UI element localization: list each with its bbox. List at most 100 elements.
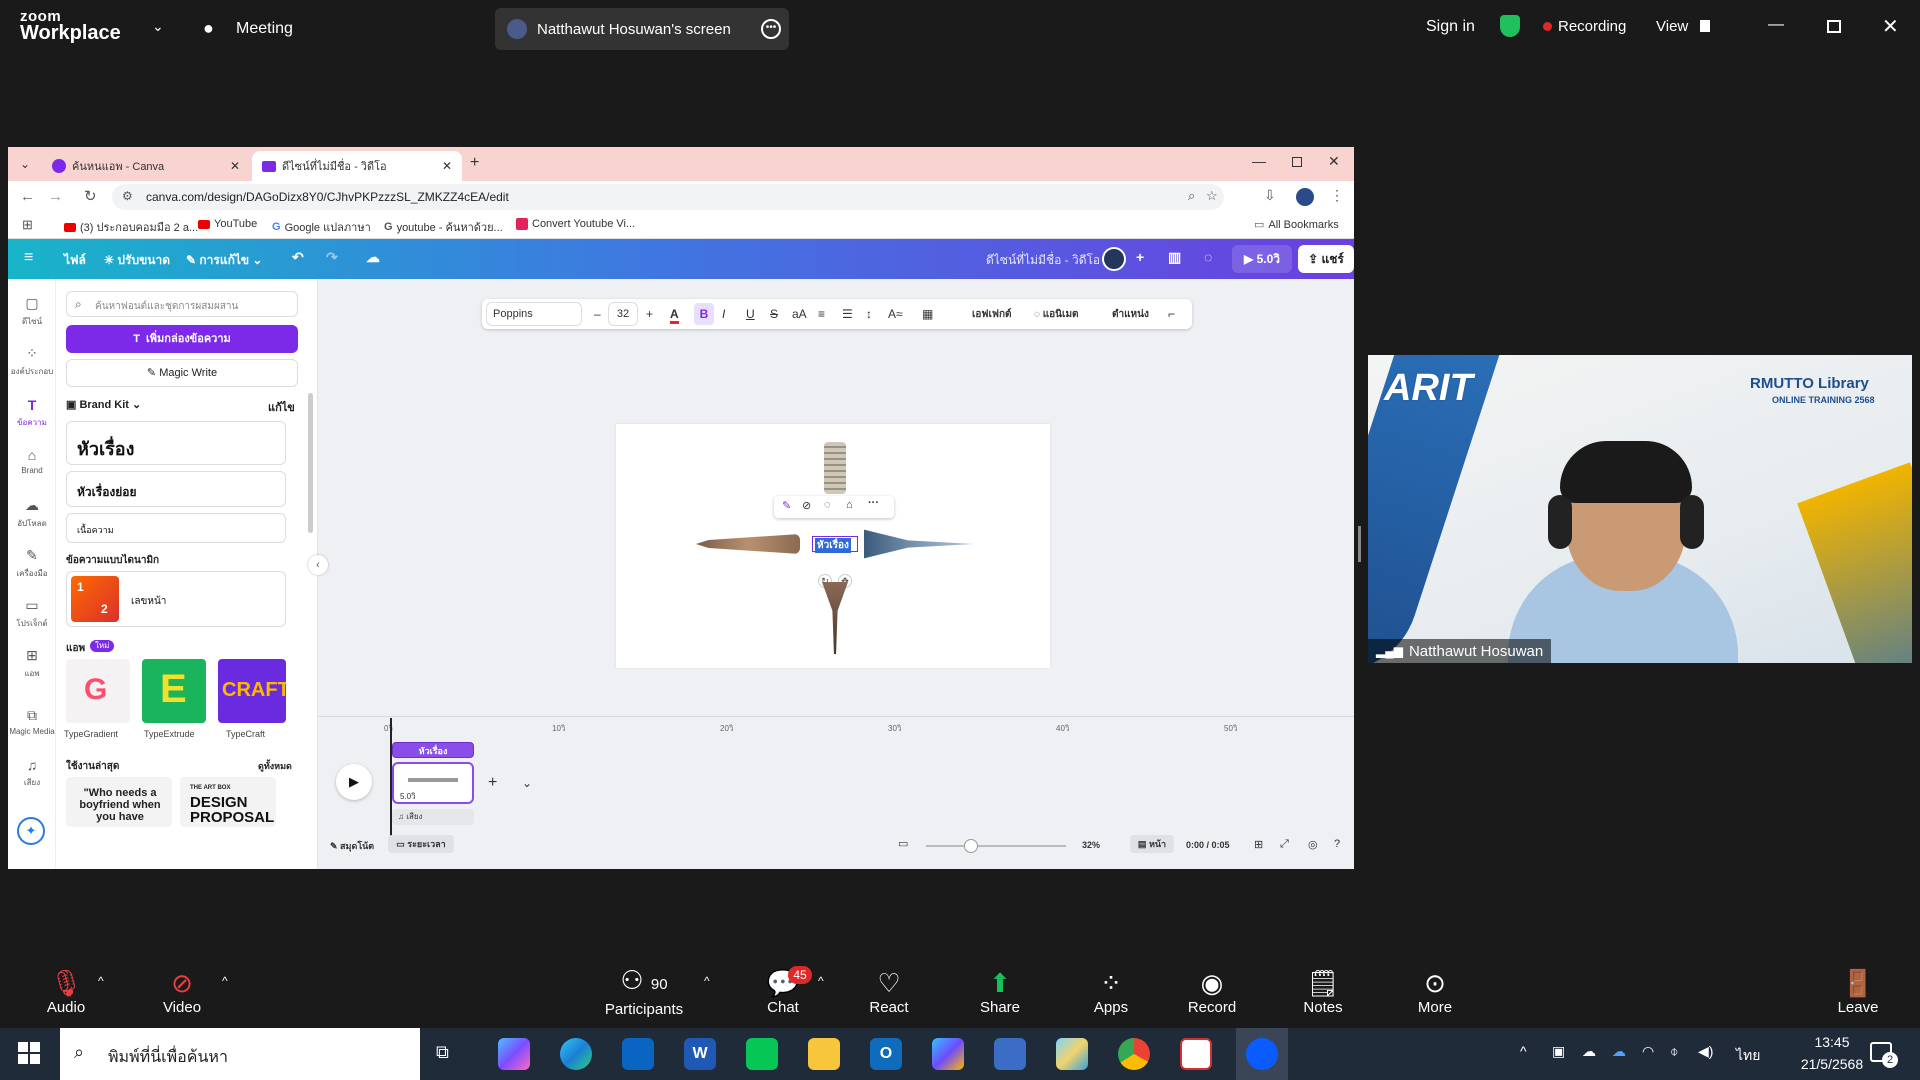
collapse-panel-icon[interactable]: ‹ [308,555,328,575]
typegradient-app[interactable]: G [66,659,130,723]
brand-kit-dropdown[interactable]: ▣ Brand Kit ⌄ [66,398,141,411]
wifi-icon[interactable]: ◠ [1642,1043,1654,1060]
edge-icon[interactable] [560,1038,592,1070]
close-tab-icon[interactable]: ✕ [230,159,240,173]
brand-edit-link[interactable]: แก้ไข [268,398,295,416]
acrobat-icon[interactable] [1180,1038,1212,1070]
mic-tray-icon[interactable]: ⌽ [1670,1043,1678,1060]
add-page-icon[interactable]: + [488,774,497,792]
tray-onedrive-icon[interactable]: ☁ [1612,1043,1626,1060]
zoom-percent[interactable]: 32% [1082,840,1100,850]
play-button[interactable]: ▶ [336,764,372,800]
user-avatar[interactable] [1102,247,1126,271]
typecraft-app[interactable]: CRAFT [218,659,286,723]
subheading-style[interactable]: หัวเรื่องย่อย [66,471,286,507]
window-minimize-icon[interactable]: — [1252,153,1266,169]
panel-scrollbar[interactable] [308,393,313,533]
rail-apps[interactable]: ⊞ แอพ [8,647,56,680]
clock-time[interactable]: 13:45 [1792,1034,1872,1050]
font-size-increase[interactable]: + [646,307,653,321]
underline-icon[interactable]: U [746,307,755,321]
text-color-icon[interactable]: A [670,307,679,324]
tray-cloud-icon[interactable]: ☁ [1582,1043,1596,1060]
add-textbox-button[interactable]: T เพิ่มกล่องข้อความ [66,325,298,353]
design-page[interactable]: ✎ ⊘ ◌ ⌂ ··· หัวเรื่อง ↻ ✥ [616,424,1050,668]
skytree-image[interactable] [864,529,974,559]
font-size-input[interactable]: 32 [608,302,638,326]
split-handle[interactable] [1358,526,1361,562]
rail-audio[interactable]: ♫ เสียง [8,757,56,789]
rail-projects[interactable]: ▭ โปรเจ็กต์ [8,597,56,630]
undo-icon[interactable]: ↶ [292,249,304,266]
analytics-icon[interactable]: ▥ [1168,249,1181,266]
input-language[interactable]: ไทย [1736,1045,1760,1067]
taskbar-search-input[interactable]: ⌕ พิมพ์ที่นี่เพื่อค้นหา [60,1028,420,1080]
hamburger-icon[interactable]: ≡ [24,249,33,267]
view-layout-icon[interactable] [1700,20,1710,32]
network-app-icon[interactable] [994,1038,1026,1070]
window-maximize-icon[interactable] [1292,157,1302,167]
body-style[interactable]: เนื้อความ [66,513,286,543]
check-icon[interactable]: ◎ [1308,838,1318,851]
participant-video-tile[interactable]: ARIT RMUTTO Library ONLINE TRAINING 2568… [1368,355,1912,663]
apps-button[interactable]: ⁘ Apps [1084,954,1138,1028]
heading-style[interactable]: หัวเรื่อง [66,421,286,465]
eiffel-image[interactable] [822,582,848,654]
menu-resize[interactable]: ✳ ปรับขนาด [104,251,170,270]
participants-options-chevron[interactable]: ^ [704,974,710,988]
participants-button[interactable]: ⚇ 90 Participants [600,954,688,1028]
screen-share-banner[interactable]: Natthawut Hosuwan's screen ••• [495,8,789,50]
zoom-taskbar-active[interactable] [1236,1028,1288,1080]
close-icon[interactable]: ✕ [1882,14,1899,39]
selected-text-box[interactable]: หัวเรื่อง [812,536,858,553]
zoom-slider-thumb[interactable] [964,839,978,853]
word-icon[interactable]: W [684,1038,716,1070]
more-icon[interactable]: ··· [868,497,879,509]
magic-edit-icon[interactable]: ✎ [782,499,791,512]
forward-icon[interactable]: → [48,188,63,205]
magic-write-button[interactable]: ✎ Magic Write [66,359,298,387]
chrome-icon[interactable] [1118,1038,1150,1070]
zoom-lens-icon[interactable]: ⌕ [1188,188,1195,204]
share-button[interactable]: ⇪ แชร์ [1298,245,1354,273]
link-icon[interactable]: ⊘ [802,499,811,512]
rail-brand[interactable]: ⌂ Brand [8,447,56,475]
animate-button[interactable]: ◌ แอนิเมต [1034,307,1079,322]
italic-icon[interactable]: I [722,307,725,321]
close-tab-icon[interactable]: ✕ [442,159,452,173]
chat-options-chevron[interactable]: ^ [818,974,824,988]
rail-magic-media[interactable]: ⧉ Magic Media [8,707,56,736]
paint-icon[interactable] [1056,1038,1088,1070]
tower-image-top[interactable] [824,442,846,494]
rail-text[interactable]: T ข้อความ [8,397,56,429]
meeting-label[interactable]: Meeting [236,20,293,38]
more-button[interactable]: ⊙ More [1408,954,1462,1028]
task-view-icon[interactable]: ⧉ [436,1042,449,1063]
effects-button[interactable]: เอฟเฟกต์ [972,307,1012,322]
line-icon[interactable] [746,1038,778,1070]
apps-grid-icon[interactable]: ⊞ [22,217,33,233]
tab-canva-home[interactable]: ค้นหนแอพ - Canva ✕ [42,151,250,181]
profile-avatar[interactable] [1296,188,1314,206]
bookmark-item[interactable]: YouTube [198,218,257,230]
minimize-icon[interactable]: — [1768,16,1784,34]
page-number-item[interactable]: 12 เลขหน้า [66,571,286,627]
store-icon[interactable] [622,1038,654,1070]
audio-button[interactable]: 🎙 Audio [38,954,94,1028]
text-track-clip[interactable]: หัวเรื่อง [392,742,474,758]
record-button[interactable]: ◉ Record [1182,954,1242,1028]
bookmark-item[interactable]: G Google แปลภาษา [272,218,371,236]
rail-tools[interactable]: ✎ เครื่องมือ [8,547,56,580]
shield-icon[interactable] [1500,15,1520,37]
spacing-icon[interactable]: ↕ [866,307,872,321]
comment-icon[interactable]: ◌ [1204,249,1212,265]
text-effects-icon[interactable]: A≈ [888,307,903,321]
bookmark-item[interactable]: (3) ประกอบคอมมือ 2 a... [64,218,198,236]
volume-icon[interactable]: ◀) [1698,1043,1713,1060]
video-options-chevron[interactable]: ^ [222,974,228,988]
notes-button[interactable]: 🗒 Notes [1296,954,1350,1028]
bookmark-item[interactable]: Gyoutube - ค้นหาด้วย... [384,218,503,236]
cloud-save-icon[interactable]: ☁ [366,249,380,266]
download-icon[interactable]: ⇩ [1264,187,1276,204]
recent-template-1[interactable]: "Who needs a boyfriend when you have [66,777,172,827]
